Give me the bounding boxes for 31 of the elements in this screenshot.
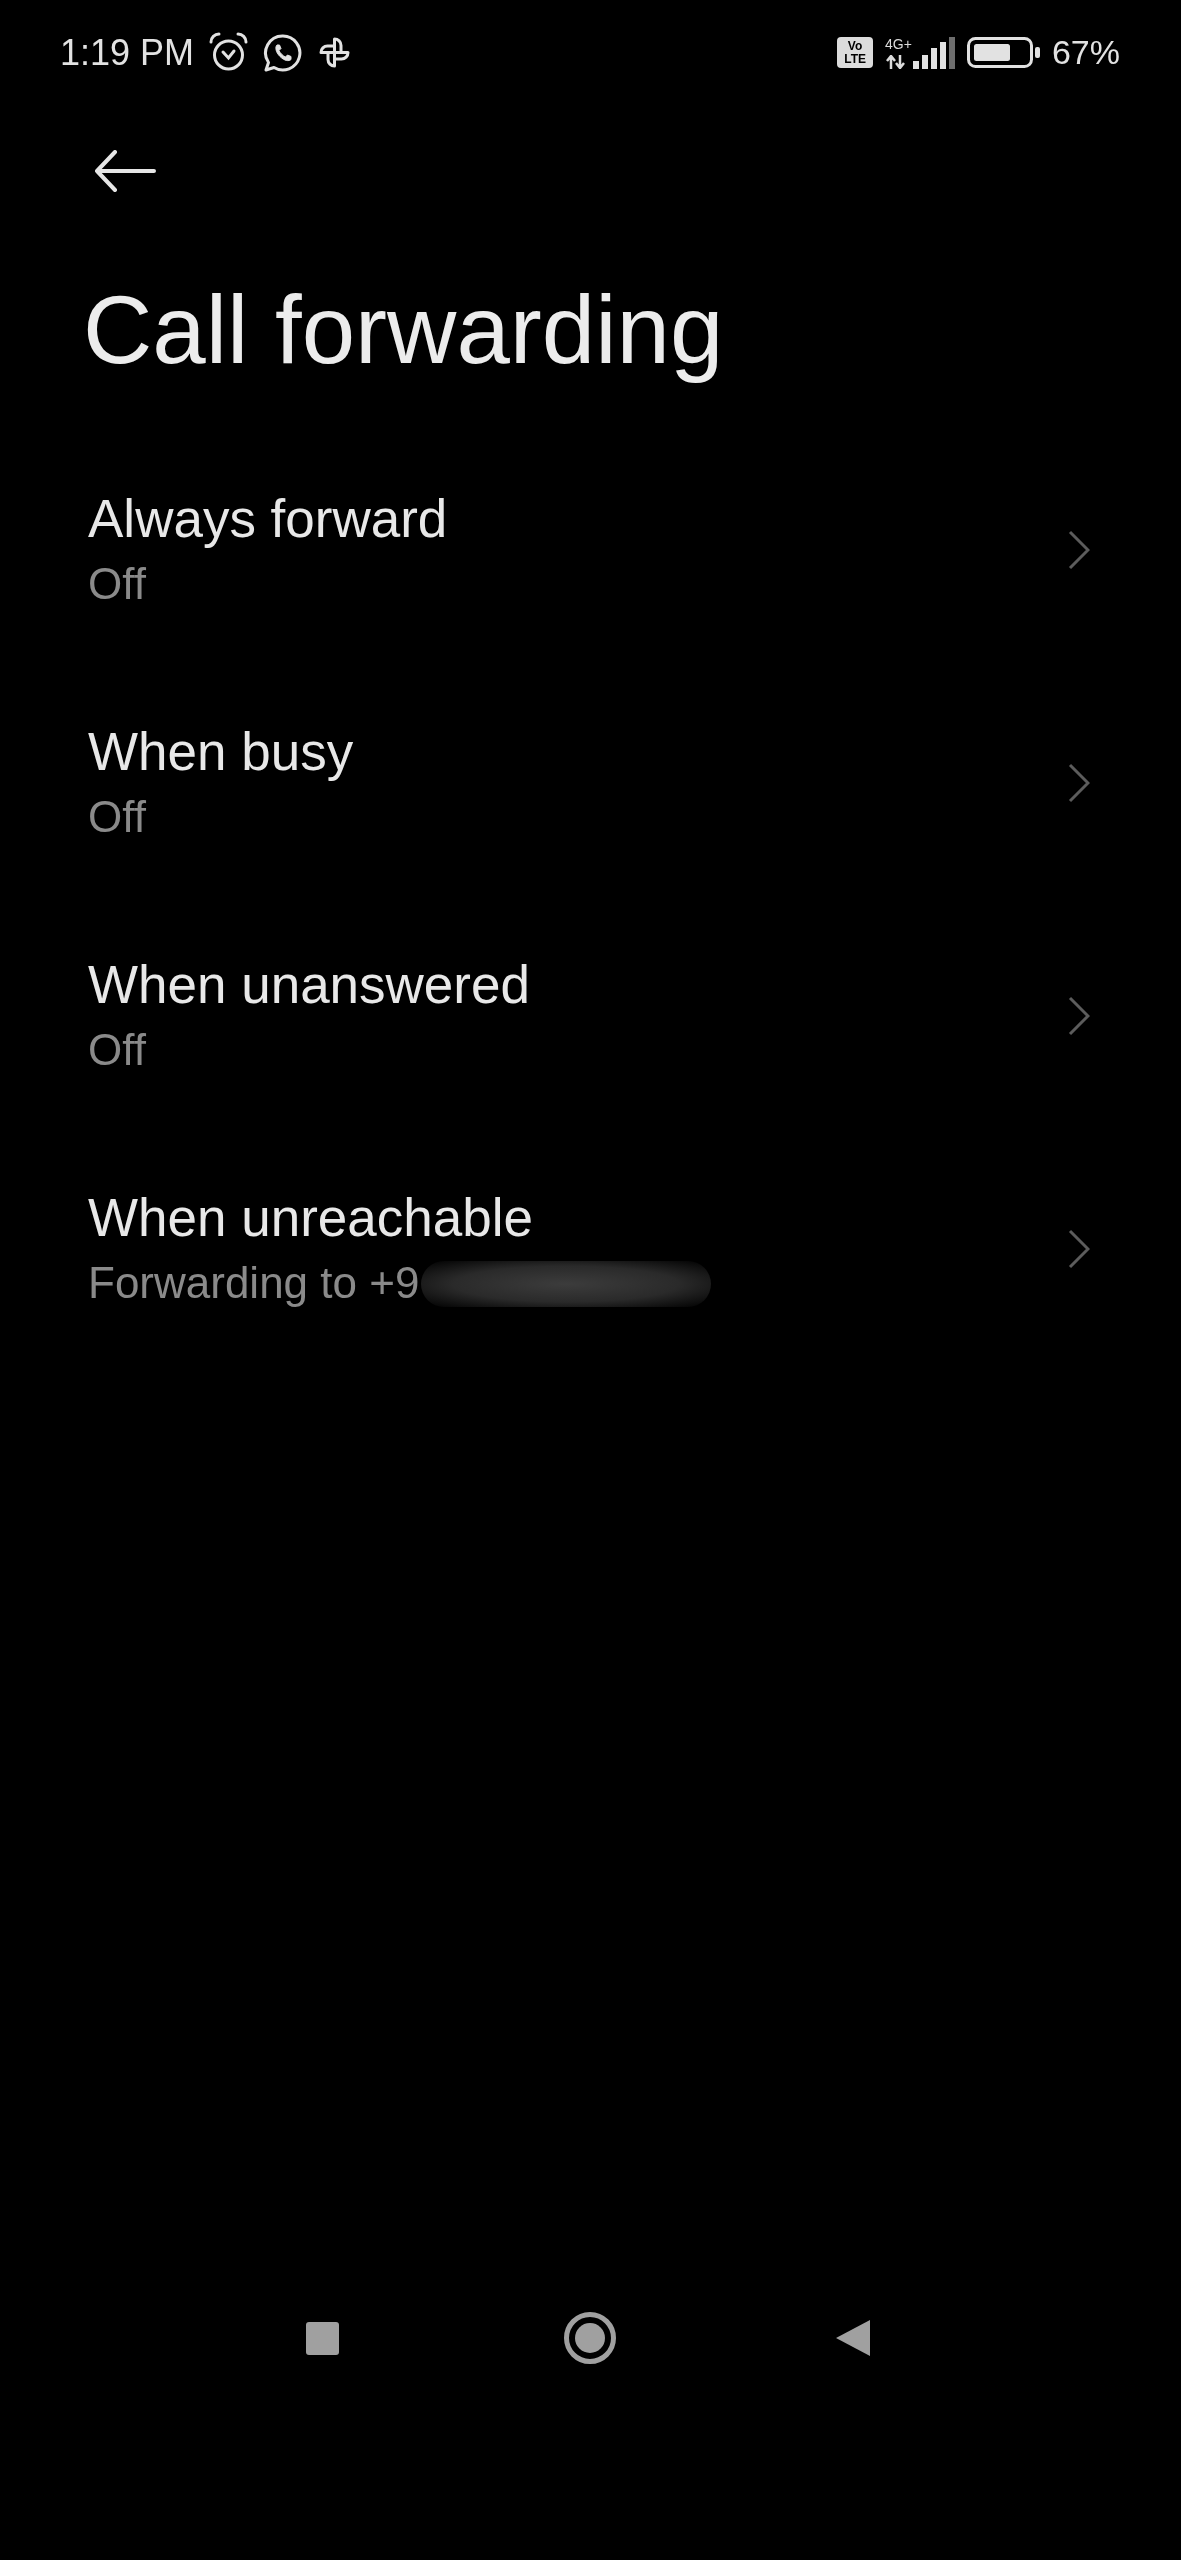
- back-button[interactable]: [94, 150, 156, 192]
- volte-badge: Vo LTE: [837, 37, 874, 68]
- option-status: Forwarding to +9: [88, 1258, 420, 1309]
- back-nav-button[interactable]: [835, 2319, 871, 2357]
- back-arrow-icon: [94, 150, 156, 192]
- option-title: Always forward: [88, 489, 448, 551]
- call-forwarding-option[interactable]: When unanswered Off: [0, 899, 1181, 1133]
- recents-button[interactable]: [306, 2321, 339, 2355]
- call-forwarding-option[interactable]: When busy Off: [0, 666, 1181, 900]
- option-status: Off: [88, 1025, 146, 1076]
- network-type-label: 4G+: [885, 35, 912, 53]
- chevron-right-icon: [1068, 529, 1090, 570]
- chevron-right-icon: [1068, 1228, 1090, 1269]
- call-forwarding-option[interactable]: When unreachable Forwarding to +9: [0, 1132, 1181, 1366]
- battery-percentage: 67%: [1051, 32, 1120, 73]
- option-title: When unanswered: [88, 955, 530, 1017]
- home-button[interactable]: [564, 2312, 616, 2364]
- chat-bubble-phone-icon: [263, 32, 304, 73]
- call-forwarding-option[interactable]: Always forward Off: [0, 433, 1181, 667]
- option-status: Off: [88, 559, 146, 610]
- status-time: 1:19 PM: [60, 31, 195, 74]
- option-title: When busy: [88, 722, 354, 784]
- chevron-right-icon: [1068, 995, 1090, 1036]
- battery-icon: [966, 37, 1040, 68]
- option-title: When unreachable: [88, 1188, 533, 1250]
- page-title: Call forwarding: [83, 275, 724, 385]
- chevron-right-icon: [1068, 762, 1090, 803]
- back-triangle-icon: [835, 2319, 871, 2357]
- signal-icon: [912, 37, 955, 70]
- data-arrows-icon: [885, 55, 908, 70]
- option-status: Off: [88, 792, 146, 843]
